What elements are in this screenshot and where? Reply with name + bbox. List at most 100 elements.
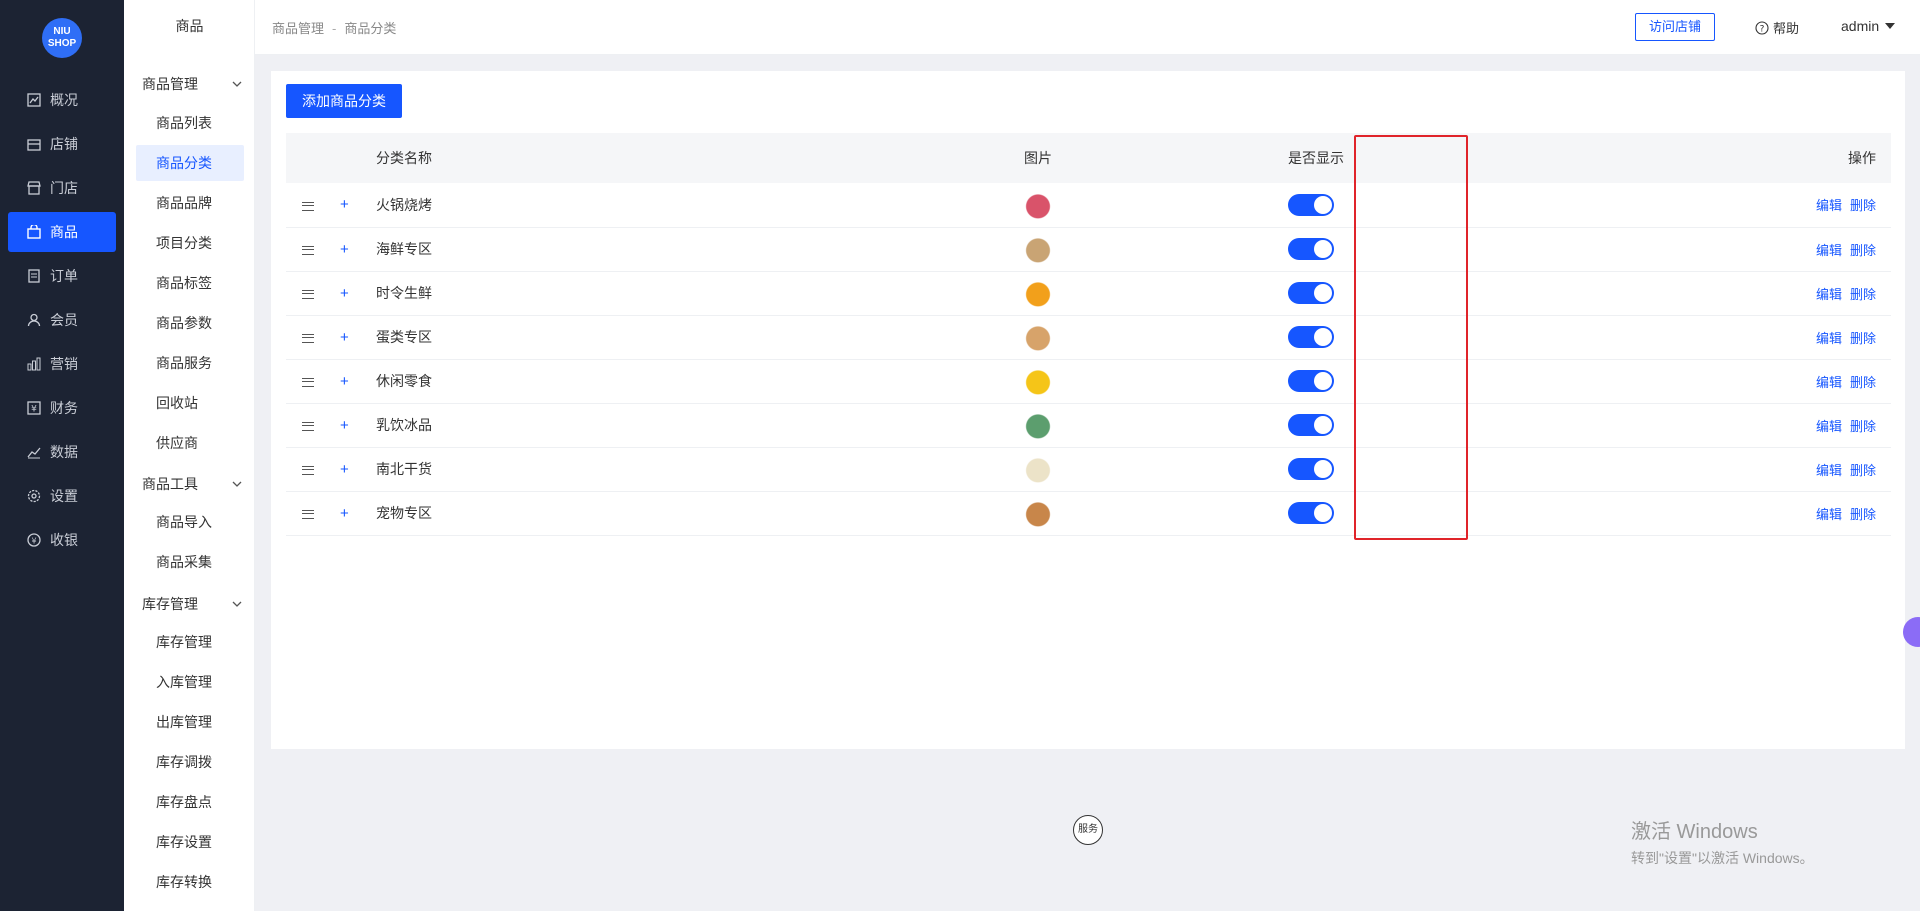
show-toggle[interactable] <box>1288 282 1334 304</box>
sidebar-item-stock-transfer[interactable]: 库存调拨 <box>136 744 244 780</box>
breadcrumb-separator: - <box>332 21 337 36</box>
show-cell <box>1266 359 1706 403</box>
show-toggle[interactable] <box>1288 370 1334 392</box>
delete-link[interactable]: 删除 <box>1850 375 1876 390</box>
nav-item-overview[interactable]: 概况 <box>8 80 116 120</box>
help-link[interactable]: ? 帮助 <box>1755 18 1799 37</box>
add-child-icon[interactable]: + <box>326 183 376 227</box>
edit-link[interactable]: 编辑 <box>1816 198 1842 213</box>
edit-link[interactable]: 编辑 <box>1816 287 1842 302</box>
delete-link[interactable]: 删除 <box>1850 507 1876 522</box>
image-cell <box>1016 359 1266 403</box>
table-row: + 休闲零食 编辑 删除 <box>286 359 1891 403</box>
add-child-icon[interactable]: + <box>326 403 376 447</box>
add-category-button[interactable]: 添加商品分类 <box>286 84 402 118</box>
bar-chart-icon <box>26 356 42 372</box>
drag-cell <box>286 447 326 491</box>
sidebar-item-stock-settings[interactable]: 库存设置 <box>136 824 244 860</box>
show-toggle[interactable] <box>1288 414 1334 436</box>
sidebar-item-recycle-bin[interactable]: 回收站 <box>136 385 244 421</box>
drag-handle-icon[interactable] <box>302 465 314 475</box>
image-cell <box>1016 491 1266 535</box>
nav-item-store[interactable]: 店铺 <box>8 124 116 164</box>
image-cell <box>1016 447 1266 491</box>
assistant-bubble[interactable] <box>1903 617 1920 647</box>
sidebar-item-stock-check[interactable]: 库存盘点 <box>136 784 244 820</box>
nav-item-data[interactable]: 数据 <box>8 432 116 472</box>
show-cell <box>1266 271 1706 315</box>
actions-cell: 编辑 删除 <box>1706 271 1891 315</box>
drag-cell <box>286 227 326 271</box>
sidebar-item-project-category[interactable]: 项目分类 <box>136 225 244 261</box>
sidebar-item-stock-in[interactable]: 入库管理 <box>136 664 244 700</box>
sidebar-group-goods-tools[interactable]: 商品工具 <box>142 474 242 494</box>
niushop-logo[interactable]: NIU SHOP <box>42 18 82 58</box>
svg-text:¥: ¥ <box>31 405 37 415</box>
sidebar-item-goods-import[interactable]: 商品导入 <box>136 504 244 540</box>
drag-handle-icon[interactable] <box>302 377 314 387</box>
drag-handle-icon[interactable] <box>302 245 314 255</box>
service-button[interactable]: 服务 <box>1073 815 1103 845</box>
sidebar-item-goods-list[interactable]: 商品列表 <box>136 105 244 141</box>
delete-link[interactable]: 删除 <box>1850 419 1876 434</box>
edit-link[interactable]: 编辑 <box>1816 375 1842 390</box>
show-toggle[interactable] <box>1288 238 1334 260</box>
delete-link[interactable]: 删除 <box>1850 287 1876 302</box>
table-row: + 南北干货 编辑 删除 <box>286 447 1891 491</box>
sidebar-item-goods-collect[interactable]: 商品采集 <box>136 544 244 580</box>
nav-item-member[interactable]: 会员 <box>8 300 116 340</box>
nav-item-order[interactable]: 订单 <box>8 256 116 296</box>
add-child-icon[interactable]: + <box>326 491 376 535</box>
windows-activation-watermark: 激活 Windows 转到"设置"以激活 Windows。 <box>1631 815 1814 868</box>
sidebar-item-supplier[interactable]: 供应商 <box>136 425 244 461</box>
drag-handle-icon[interactable] <box>302 509 314 519</box>
nav-item-settings[interactable]: 设置 <box>8 476 116 516</box>
sidebar-item-stock-convert[interactable]: 库存转换 <box>136 864 244 900</box>
sidebar-group-stock-management[interactable]: 库存管理 <box>142 594 242 614</box>
watermark-title: 激活 Windows <box>1631 821 1758 843</box>
sidebar-item-stock-manage[interactable]: 库存管理 <box>136 624 244 660</box>
nav-item-shop[interactable]: 门店 <box>8 168 116 208</box>
edit-link[interactable]: 编辑 <box>1816 463 1842 478</box>
show-toggle[interactable] <box>1288 502 1334 524</box>
sidebar-item-goods-tags[interactable]: 商品标签 <box>136 265 244 301</box>
drag-handle-icon[interactable] <box>302 333 314 343</box>
nav-item-goods[interactable]: 商品 <box>8 212 116 252</box>
show-toggle[interactable] <box>1288 326 1334 348</box>
delete-link[interactable]: 删除 <box>1850 331 1876 346</box>
show-toggle[interactable] <box>1288 193 1334 216</box>
edit-link[interactable]: 编辑 <box>1816 507 1842 522</box>
category-name: 宠物专区 <box>376 505 432 521</box>
drag-handle-icon[interactable] <box>302 289 314 299</box>
edit-link[interactable]: 编辑 <box>1816 419 1842 434</box>
add-child-icon[interactable]: + <box>326 315 376 359</box>
drag-handle-icon[interactable] <box>302 421 314 431</box>
user-menu[interactable]: admin <box>1841 18 1896 34</box>
nav-item-finance[interactable]: ¥ 财务 <box>8 388 116 428</box>
category-thumbnail <box>1024 411 1052 439</box>
nav-item-cashier[interactable]: ¥ 收银 <box>8 520 116 560</box>
delete-link[interactable]: 删除 <box>1850 243 1876 258</box>
sidebar-item-goods-category[interactable]: 商品分类 <box>136 145 244 181</box>
delete-link[interactable]: 删除 <box>1850 198 1876 213</box>
show-toggle[interactable] <box>1288 458 1334 480</box>
drag-handle-icon[interactable] <box>302 201 314 211</box>
nav-item-marketing[interactable]: 营销 <box>8 344 116 384</box>
add-child-icon[interactable]: + <box>326 447 376 491</box>
sidebar-item-goods-service[interactable]: 商品服务 <box>136 345 244 381</box>
edit-link[interactable]: 编辑 <box>1816 243 1842 258</box>
breadcrumb-item[interactable]: 商品管理 <box>272 21 324 36</box>
nav-label: 数据 <box>50 444 78 460</box>
sidebar-item-stock-out[interactable]: 出库管理 <box>136 704 244 740</box>
logo-text: NIU <box>53 26 71 37</box>
edit-link[interactable]: 编辑 <box>1816 331 1842 346</box>
add-child-icon[interactable]: + <box>326 227 376 271</box>
add-child-icon[interactable]: + <box>326 359 376 403</box>
nav-label: 商品 <box>50 224 78 240</box>
visit-store-button[interactable]: 访问店铺 <box>1635 13 1715 41</box>
sidebar-group-goods-management[interactable]: 商品管理 <box>142 74 242 94</box>
add-child-icon[interactable]: + <box>326 271 376 315</box>
delete-link[interactable]: 删除 <box>1850 463 1876 478</box>
sidebar-item-goods-brand[interactable]: 商品品牌 <box>136 185 244 221</box>
sidebar-item-goods-params[interactable]: 商品参数 <box>136 305 244 341</box>
